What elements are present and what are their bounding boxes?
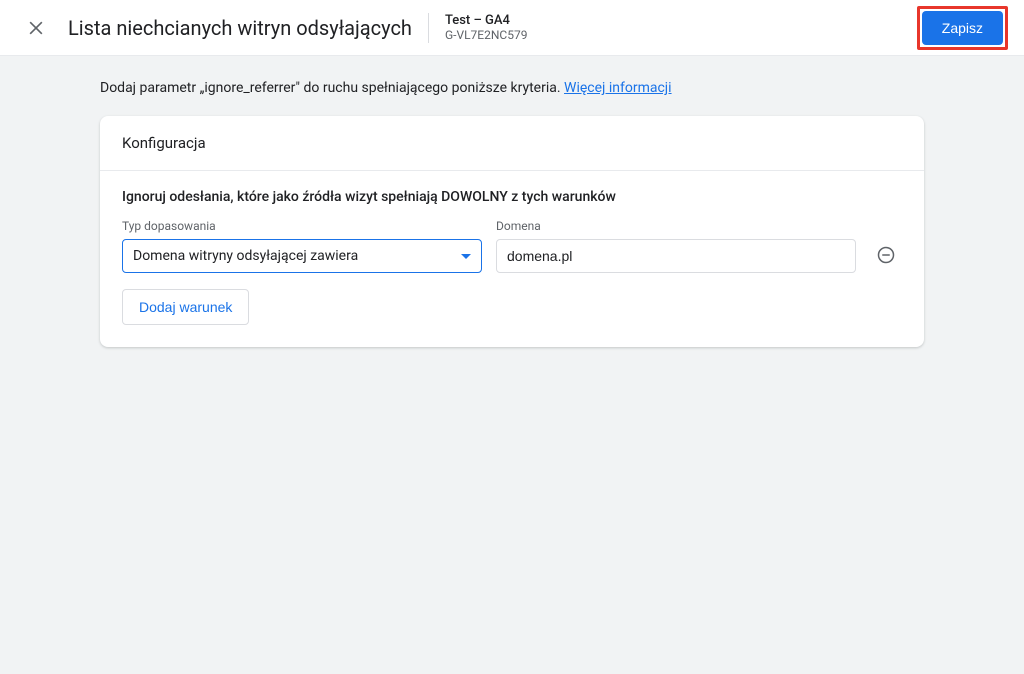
close-icon: [26, 18, 46, 38]
match-type-value: Domena witryny odsyłającej zawiera: [133, 248, 358, 264]
card-title: Konfiguracja: [100, 116, 924, 171]
intro-prefix: Dodaj parametr „ignore_referrer" do ruch…: [100, 80, 564, 96]
save-button[interactable]: Zapisz: [922, 11, 1003, 45]
remove-condition-button[interactable]: [872, 241, 900, 269]
property-id: G-VL7E2NC579: [445, 28, 528, 42]
card-body: Ignoruj odesłania, które jako źródła wiz…: [100, 171, 924, 347]
config-card: Konfiguracja Ignoruj odesłania, które ja…: [100, 116, 924, 347]
domain-input[interactable]: [496, 239, 856, 273]
page-header: Lista niechcianych witryn odsyłających T…: [0, 0, 1024, 56]
save-highlight: Zapisz: [917, 6, 1008, 50]
more-info-link[interactable]: Więcej informacji: [564, 80, 672, 96]
intro-text: Dodaj parametr „ignore_referrer" do ruch…: [100, 80, 924, 96]
match-type-column: Typ dopasowania Domena witryny odsyłając…: [122, 219, 482, 273]
page-title: Lista niechcianych witryn odsyłających: [68, 16, 412, 40]
close-button[interactable]: [16, 8, 56, 48]
card-subtitle: Ignoruj odesłania, które jako źródła wiz…: [122, 189, 902, 205]
property-info: Test – GA4 G-VL7E2NC579: [445, 13, 528, 43]
remove-circle-icon: [876, 245, 896, 265]
add-condition-button[interactable]: Dodaj warunek: [122, 289, 249, 325]
match-type-label: Typ dopasowania: [122, 219, 482, 233]
domain-column: Domena: [496, 219, 856, 273]
property-name: Test – GA4: [445, 13, 528, 29]
vertical-divider: [428, 13, 429, 43]
content-area: Dodaj parametr „ignore_referrer" do ruch…: [0, 56, 1024, 347]
condition-row: Typ dopasowania Domena witryny odsyłając…: [122, 219, 902, 273]
remove-column: [870, 219, 902, 269]
match-type-select[interactable]: Domena witryny odsyłającej zawiera: [122, 239, 482, 273]
chevron-down-icon: [461, 254, 471, 259]
domain-label: Domena: [496, 219, 856, 233]
